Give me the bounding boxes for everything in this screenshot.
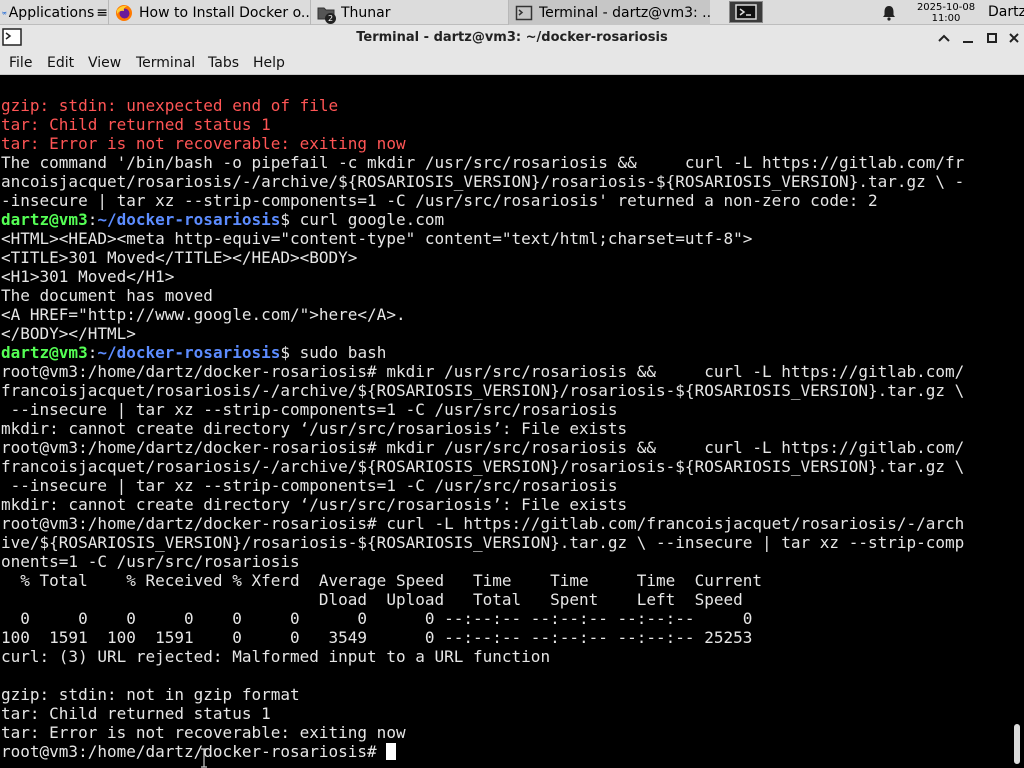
terminal-line: --insecure | tar xz --strip-components=1… bbox=[1, 476, 618, 495]
menu-view[interactable]: View bbox=[88, 51, 121, 75]
terminal-line: gzip: stdin: unexpected end of file bbox=[1, 96, 339, 115]
shade-window-icon[interactable] bbox=[936, 30, 952, 46]
terminal-line: mkdir: cannot create directory ‘/usr/src… bbox=[1, 495, 628, 514]
root-prompt: root@vm3:/home/dartz/docker-rosariosis# bbox=[1, 742, 387, 761]
firefox-icon bbox=[116, 4, 132, 21]
clock[interactable]: 2025-10-08 11:00 bbox=[906, 0, 986, 25]
menu-edit[interactable]: Edit bbox=[47, 51, 74, 75]
terminal-line: </BODY></HTML> bbox=[1, 324, 136, 343]
window-count-badge: 2 bbox=[325, 12, 336, 24]
terminal-prompt-line: dartz@vm3:~/docker-rosariosis$ curl goog… bbox=[1, 210, 964, 229]
terminal-line: root@vm3:/home/dartz/docker-rosariosis# … bbox=[1, 514, 965, 533]
terminal-line: root@vm3:/home/dartz/docker-rosariosis# … bbox=[1, 362, 965, 381]
prompt-end: $ bbox=[280, 343, 300, 362]
menubar: File Edit View Terminal Tabs Help bbox=[0, 51, 1024, 75]
clock-time: 11:00 bbox=[931, 13, 961, 24]
terminal-output[interactable]: gzip: stdin: unexpected end of file tar:… bbox=[0, 76, 1010, 768]
terminal-line: <H1>301 Moved</H1> bbox=[1, 267, 175, 286]
prompt-user: dartz@vm3 bbox=[1, 210, 88, 229]
terminal-launcher-icon bbox=[735, 4, 757, 20]
terminal-lines: gzip: stdin: unexpected end of file tar:… bbox=[1, 96, 964, 761]
text-cursor-pointer-icon bbox=[201, 748, 207, 768]
maximize-window-icon[interactable] bbox=[984, 30, 1000, 46]
terminal-line: francoisjacquet/rosariosis/-/archive/${R… bbox=[1, 381, 965, 400]
taskbar-item-firefox[interactable]: How to Install Docker o... bbox=[108, 0, 310, 25]
prompt-command: curl google.com bbox=[299, 210, 445, 229]
scrollbar-thumb[interactable] bbox=[1014, 724, 1020, 764]
terminal-line: tar: Error is not recoverable: exiting n… bbox=[1, 723, 406, 742]
terminal-line: ancoisjacquet/rosariosis/-/archive/${ROS… bbox=[1, 172, 965, 191]
top-panel: Applications ≡ How to Install Docker o..… bbox=[0, 0, 1024, 25]
window-title: Terminal - dartz@vm3: ~/docker-rosariosi… bbox=[356, 30, 668, 45]
terminal-line: 100 1591 100 1591 0 0 3549 0 --:--:-- --… bbox=[1, 628, 753, 647]
user-menu[interactable]: Dartz bbox=[988, 0, 1024, 25]
terminal-line: <A HREF="http://www.google.com/">here</A… bbox=[1, 305, 406, 324]
terminal-line: francoisjacquet/rosariosis/-/archive/${R… bbox=[1, 457, 965, 476]
folder-icon: 2 bbox=[317, 4, 336, 24]
applications-menu-glyph: ≡ bbox=[96, 4, 108, 21]
terminal-line: % Total % Received % Xferd Average Speed… bbox=[1, 571, 762, 590]
taskbar-item-terminal[interactable]: Terminal - dartz@vm3: ... bbox=[508, 0, 710, 25]
text-cursor bbox=[386, 743, 397, 760]
prompt-separator: : bbox=[87, 343, 98, 362]
clock-date: 2025-10-08 bbox=[916, 2, 976, 13]
prompt-path: ~/docker-rosariosis bbox=[97, 210, 281, 229]
taskbar-item-thunar[interactable]: 2 Thunar bbox=[310, 0, 508, 25]
menu-file[interactable]: File bbox=[9, 51, 32, 75]
terminal-line: mkdir: cannot create directory ‘/usr/src… bbox=[1, 419, 628, 438]
terminal-line: <HTML><HEAD><meta http-equiv="content-ty… bbox=[1, 229, 753, 248]
terminal-scrollbar[interactable] bbox=[1010, 76, 1024, 768]
prompt-end: $ bbox=[280, 210, 300, 229]
terminal-icon bbox=[515, 5, 533, 20]
terminal-line: 0 0 0 0 0 0 0 0 --:--:-- --:--:-- --:--:… bbox=[1, 609, 753, 628]
minimize-window-icon[interactable] bbox=[960, 30, 976, 46]
terminal-line: tar: Child returned status 1 bbox=[1, 704, 271, 723]
menu-tabs[interactable]: Tabs bbox=[208, 51, 239, 75]
terminal-prompt-line: dartz@vm3:~/docker-rosariosis$ sudo bash bbox=[1, 343, 964, 362]
terminal-line: --insecure | tar xz --strip-components=1… bbox=[1, 400, 618, 419]
terminal-line: The command '/bin/bash -o pipefail -c mk… bbox=[1, 153, 965, 172]
taskbar-item-label: Thunar bbox=[341, 4, 391, 21]
taskbar-item-label: How to Install Docker o... bbox=[139, 4, 310, 21]
close-window-icon[interactable] bbox=[1006, 30, 1022, 46]
terminal-line: gzip: stdin: not in gzip format bbox=[1, 685, 300, 704]
prompt-separator: : bbox=[87, 210, 98, 229]
prompt-path: ~/docker-rosariosis bbox=[97, 343, 281, 362]
menu-terminal[interactable]: Terminal bbox=[136, 51, 195, 75]
terminal-line: tar: Child returned status 1 bbox=[1, 115, 271, 134]
applications-menu-button[interactable]: Applications ≡ bbox=[0, 0, 108, 25]
taskbar-item-label: Terminal - dartz@vm3: ... bbox=[539, 4, 710, 21]
terminal-line: Dload Upload Total Spent Left Speed bbox=[1, 590, 743, 609]
menu-help[interactable]: Help bbox=[253, 51, 285, 75]
prompt-user: dartz@vm3 bbox=[1, 343, 88, 362]
notification-bell-icon[interactable] bbox=[880, 4, 898, 22]
terminal-line: curl: (3) URL rejected: Malformed input … bbox=[1, 647, 551, 666]
window-titlebar[interactable]: Terminal - dartz@vm3: ~/docker-rosariosi… bbox=[0, 25, 1024, 51]
terminal-line: <TITLE>301 Moved</TITLE></HEAD><BODY> bbox=[1, 248, 358, 267]
terminal-line: tar: Error is not recoverable: exiting n… bbox=[1, 134, 406, 153]
applications-menu-icon bbox=[2, 10, 7, 15]
prompt-command: sudo bash bbox=[299, 343, 387, 362]
terminal-launcher-button[interactable] bbox=[729, 1, 763, 23]
terminal-line: -insecure | tar xz --strip-components=1 … bbox=[1, 191, 878, 210]
applications-label: Applications bbox=[8, 4, 95, 21]
terminal-line: onents=1 -C /usr/src/rosariosis bbox=[1, 552, 300, 571]
terminal-line: ive/${ROSARIOSIS_VERSION}/rosariosis-${R… bbox=[1, 533, 965, 552]
terminal-line: root@vm3:/home/dartz/docker-rosariosis# … bbox=[1, 438, 965, 457]
terminal-line: The document has moved bbox=[1, 286, 213, 305]
terminal-current-line[interactable]: root@vm3:/home/dartz/docker-rosariosis# bbox=[1, 742, 964, 761]
